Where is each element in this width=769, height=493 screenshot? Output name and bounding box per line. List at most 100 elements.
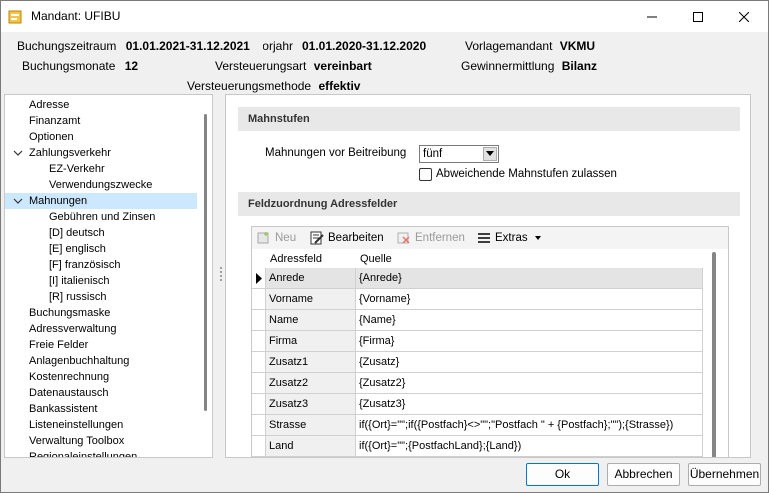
dropdown-button[interactable]: [483, 147, 497, 161]
row-indicator: [252, 415, 266, 436]
cell-quelle[interactable]: {Zusatz2}: [356, 373, 703, 394]
settings-panel: Mahnstufen Mahnungen vor Beitreibung fün…: [225, 94, 751, 458]
edit-icon: [310, 231, 324, 245]
cell-adressfeld[interactable]: Strasse: [266, 415, 356, 436]
vorjahr-info: 01.01.2020-31.12.2020: [302, 39, 426, 53]
tree-item-italienisch[interactable]: [I] italienisch: [49, 273, 110, 289]
vor-beitreibung-select[interactable]: fünf: [419, 145, 499, 163]
chevron-down-icon[interactable]: [13, 148, 23, 158]
row-indicator: [252, 331, 266, 352]
tree-item-anlagenbuchhaltung[interactable]: Anlagenbuchhaltung: [29, 353, 129, 369]
table-row[interactable]: Zusatz3 {Zusatz3}: [252, 394, 704, 415]
abweichende-mahnstufen-checkbox[interactable]: [419, 168, 432, 181]
row-indicator: [252, 310, 266, 331]
extras-button[interactable]: Extras: [477, 230, 542, 246]
bearbeiten-label: Bearbeiten: [328, 232, 384, 244]
minimize-button[interactable]: [629, 1, 675, 32]
table-row[interactable]: Firma {Firma}: [252, 331, 704, 352]
maximize-button[interactable]: [675, 1, 721, 32]
vorlagemandant-label: Vorlagemandant: [465, 39, 553, 53]
dialog-window: Mandant: UFIBU Buchungszeitraum 01.01.20…: [0, 0, 769, 493]
tree-item-adresse[interactable]: Adresse: [29, 97, 69, 113]
table-row[interactable]: Anrede {Anrede}: [252, 268, 704, 289]
title-bar: Mandant: UFIBU: [1, 1, 768, 32]
tree-item-finanzamt[interactable]: Finanzamt: [29, 113, 80, 129]
cell-quelle[interactable]: {Vorname}: [356, 289, 703, 310]
app-icon: [8, 10, 22, 24]
buchungszeitraum-value: 01.01.2021-31.12.2021: [125, 39, 250, 53]
tree-item-buchungsmaske[interactable]: Buchungsmaske: [29, 305, 110, 321]
tree-item-adressverwaltung[interactable]: Adressverwaltung: [29, 321, 116, 337]
entfernen-label: Entfernen: [415, 232, 465, 244]
close-button[interactable]: [721, 1, 767, 32]
table-row[interactable]: Name {Name}: [252, 310, 704, 331]
cell-quelle[interactable]: {Name}: [356, 310, 703, 331]
tree-item-kostenrechnung[interactable]: Kostenrechnung: [29, 369, 109, 385]
tree-item-franzoesisch[interactable]: [F] französisch: [49, 257, 121, 273]
cell-adressfeld[interactable]: Zusatz2: [266, 373, 356, 394]
row-indicator: [252, 373, 266, 394]
delete-icon: [397, 232, 410, 244]
versteuerungsmethode-label: Versteuerungsmethode: [187, 79, 312, 93]
tree-item-gebuehren-zinsen[interactable]: Gebühren und Zinsen: [49, 209, 155, 225]
ok-button[interactable]: Ok: [526, 463, 599, 486]
cell-adressfeld[interactable]: Anrede: [266, 268, 356, 289]
entfernen-button[interactable]: Entfernen: [397, 230, 465, 246]
tree-item-bankassistent[interactable]: Bankassistent: [29, 401, 97, 417]
column-header-quelle[interactable]: Quelle: [357, 250, 392, 268]
cell-quelle[interactable]: {Firma}: [356, 331, 703, 352]
current-row-icon: [256, 273, 262, 284]
cell-quelle[interactable]: if({Ort}="";if({Postfach}<>"";"Postfach …: [356, 415, 703, 436]
tree-item-regionaleinstellungen[interactable]: Regionaleinstellungen: [29, 449, 137, 457]
table-row[interactable]: Zusatz2 {Zusatz2}: [252, 373, 704, 394]
grid-scrollbar[interactable]: [712, 252, 716, 457]
tree-item-listeneinstellungen[interactable]: Listeneinstellungen: [29, 417, 123, 433]
grid-toolbar: Neu Bearbeiten Entfernen Extras: [252, 227, 728, 249]
tree-item-russisch[interactable]: [R] russisch: [49, 289, 106, 305]
cell-adressfeld[interactable]: Name: [266, 310, 356, 331]
table-row[interactable]: Land if({Ort}="";{PostfachLand};{Land}): [252, 436, 704, 457]
tree-item-datenaustausch[interactable]: Datenaustausch: [29, 385, 109, 401]
column-header-adressfeld[interactable]: Adressfeld: [267, 250, 322, 268]
cell-adressfeld[interactable]: Zusatz1: [266, 352, 356, 373]
tree-item-deutsch[interactable]: [D] deutsch: [49, 225, 105, 241]
cell-adressfeld[interactable]: Firma: [266, 331, 356, 352]
mahnstufen-header: Mahnstufen: [238, 107, 740, 131]
table-row[interactable]: Strasse if({Ort}="";if({Postfach}<>"";"P…: [252, 415, 704, 436]
row-indicator: [252, 394, 266, 415]
menu-icon: [478, 233, 490, 243]
vor-beitreibung-label: Mahnungen vor Beitreibung: [265, 147, 407, 159]
tree-item-mahnungen[interactable]: Mahnungen: [5, 193, 197, 209]
cell-adressfeld[interactable]: Land: [266, 436, 356, 457]
cell-adressfeld[interactable]: Vorname: [266, 289, 356, 310]
tree-item-englisch[interactable]: [E] englisch: [49, 241, 106, 257]
neu-button[interactable]: Neu: [257, 230, 296, 246]
vorlagemandant-value: VKMU: [559, 39, 596, 53]
tree-item-verwendungszwecke[interactable]: Verwendungszwecke: [49, 177, 152, 193]
table-row[interactable]: Vorname {Vorname}: [252, 289, 704, 310]
table-row[interactable]: Zusatz1 {Zusatz}: [252, 352, 704, 373]
panel-splitter[interactable]: [220, 267, 222, 285]
extras-label: Extras: [495, 232, 528, 244]
bearbeiten-button[interactable]: Bearbeiten: [310, 230, 384, 246]
cell-quelle[interactable]: {Anrede}: [356, 268, 703, 289]
cell-quelle[interactable]: if({Ort}="";{PostfachLand};{Land}): [356, 436, 703, 457]
chevron-down-icon[interactable]: [13, 196, 23, 206]
versteuerungsmethode-info: Versteuerungsmethode effektiv: [187, 79, 360, 93]
vor-beitreibung-value: fünf: [423, 148, 443, 160]
close-icon: [739, 11, 749, 22]
cell-quelle[interactable]: {Zusatz3}: [356, 394, 703, 415]
chevron-down-icon: [486, 151, 494, 156]
uebernehmen-button[interactable]: Übernehmen: [688, 463, 761, 486]
cell-quelle[interactable]: {Zusatz}: [356, 352, 703, 373]
tree-item-zahlungsverkehr[interactable]: Zahlungsverkehr: [29, 145, 111, 161]
vorjahr-label-box: Vorjahr: [263, 39, 293, 53]
abbrechen-button[interactable]: Abbrechen: [607, 463, 680, 486]
tree-item-optionen[interactable]: Optionen: [29, 129, 74, 145]
cell-adressfeld[interactable]: Zusatz3: [266, 394, 356, 415]
tree-item-verwaltung-toolbox[interactable]: Verwaltung Toolbox: [29, 433, 124, 449]
buchungsmonate-info: Buchungsmonate 12: [22, 59, 138, 73]
tree-item-freie-felder[interactable]: Freie Felder: [29, 337, 88, 353]
tree-item-ez-verkehr[interactable]: EZ-Verkehr: [49, 161, 105, 177]
tree-scrollbar[interactable]: [204, 114, 207, 411]
